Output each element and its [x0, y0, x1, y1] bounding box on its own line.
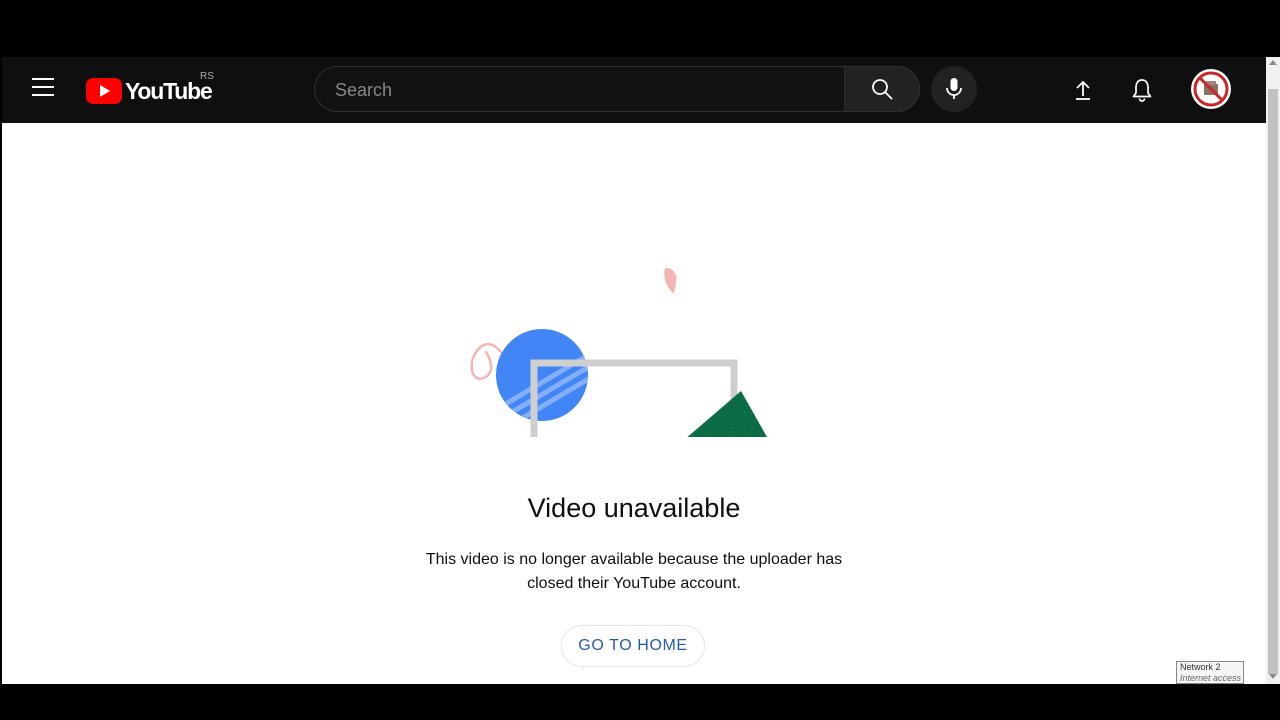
search-input[interactable] — [315, 67, 817, 113]
error-title: Video unavailable — [527, 493, 741, 523]
network-tooltip-status: Internet access — [1180, 673, 1242, 683]
scroll-thumb[interactable] — [1268, 89, 1278, 674]
country-code: RS — [200, 71, 214, 82]
scroll-down-arrow-icon[interactable] — [1269, 674, 1277, 679]
logo-wordmark: YouTube — [125, 77, 213, 104]
avatar-icon — [1193, 71, 1229, 107]
microphone-icon — [946, 78, 962, 99]
search-icon — [872, 79, 893, 100]
network-tooltip: Network 2 Internet access — [1176, 661, 1244, 684]
go-to-home-button[interactable]: GO TO HOME — [561, 625, 705, 667]
account-avatar[interactable] — [1191, 69, 1231, 109]
upload-icon — [1076, 80, 1090, 100]
browser-viewport: YouTube RS Search Video unavailable This… — [2, 57, 1280, 684]
network-tooltip-title: Network 2 — [1180, 662, 1221, 672]
search-box — [314, 66, 844, 113]
upload-button[interactable] — [1063, 70, 1103, 110]
error-message-line-2: closed their YouTube account. — [527, 575, 741, 592]
masthead: YouTube RS — [2, 57, 1266, 123]
error-message-line-1: This video is no longer available becaus… — [425, 551, 843, 568]
letterbox-bottom — [0, 684, 1280, 720]
menu-icon[interactable] — [22, 78, 62, 102]
letterbox-top — [0, 0, 1280, 57]
error-message: This video is no longer available becaus… — [402, 548, 866, 596]
video-unavailable-illustration — [470, 267, 767, 437]
page-scrollbar[interactable] — [1266, 57, 1280, 684]
notifications-button[interactable] — [1122, 70, 1162, 110]
youtube-logo[interactable]: YouTube RS — [86, 71, 214, 106]
bell-icon — [1132, 79, 1152, 102]
search-button[interactable] — [844, 66, 920, 112]
voice-search-button[interactable] — [931, 66, 977, 112]
youtube-play-icon — [86, 78, 122, 104]
scroll-up-arrow-icon[interactable] — [1269, 60, 1277, 65]
